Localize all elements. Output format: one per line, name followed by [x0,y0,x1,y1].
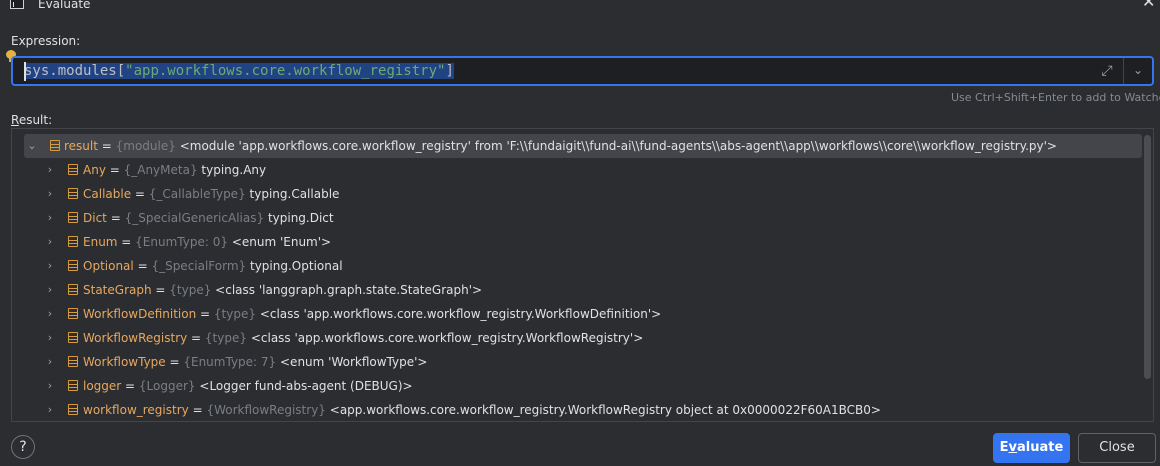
var-type: {type} [204,331,247,345]
var-type: {_SpecialGenericAlias} [124,211,265,225]
close-window-icon[interactable]: ✕ [1142,0,1155,10]
evaluate-button[interactable]: Evaluate [993,433,1070,463]
var-value: <app.workflows.core.workflow_registry.Wo… [329,403,881,417]
var-type: {EnumType: 7} [183,355,277,369]
tree-row-result[interactable]: ⌄ result = {module} <module 'app.workflo… [24,134,1142,158]
variable-icon [68,260,78,271]
var-name: WorkflowType [83,355,166,369]
var-value: typing.Optional [250,259,343,273]
var-name: WorkflowDefinition [83,307,197,321]
chevron-right-icon[interactable]: › [44,398,56,421]
expression-suffix: ] [445,63,454,79]
var-value: <Logger fund-abs-agent (DEBUG)> [199,379,413,393]
tree-row[interactable]: › Enum = {EnumType: 0} <enum 'Enum'> [24,230,1142,254]
var-value: <enum 'Enum'> [231,235,332,249]
var-value: <class 'app.workflows.core.workflow_regi… [259,307,662,321]
var-value: typing.Callable [249,187,340,201]
variable-icon [68,236,78,247]
var-name: Callable [83,187,132,201]
divider [1123,58,1124,84]
var-type: {EnumType: 0} [135,235,228,249]
var-type: {type} [213,307,256,321]
variable-icon [68,284,78,295]
variable-icon [68,212,78,223]
var-value: <enum 'WorkflowType'> [280,355,428,369]
result-label-rest: esult: [18,113,53,127]
chevron-down-icon[interactable]: ⌄ [26,134,38,158]
tree-row[interactable]: › logger = {Logger} <Logger fund-abs-agen… [24,374,1142,398]
chevron-right-icon[interactable]: › [44,350,56,374]
var-name: Optional [83,259,134,273]
chevron-right-icon[interactable]: › [44,182,56,206]
expand-editor-icon[interactable]: ⤢ [1098,62,1116,80]
var-value: <class 'langgraph.graph.state.StateGraph… [215,283,483,297]
chevron-right-icon[interactable]: › [44,302,56,326]
tree-row[interactable]: › StateGraph = {type} <class 'langgraph.g… [24,278,1142,302]
chevron-right-icon[interactable]: › [44,374,56,398]
close-button[interactable]: Close [1078,433,1156,463]
var-name: WorkflowRegistry [83,331,188,345]
pycharm-app-icon [10,0,24,9]
var-type: {_AnyMeta} [123,163,198,177]
var-type: {_SpecialForm} [151,259,247,273]
vertical-scrollbar[interactable] [1144,135,1151,379]
var-value: typing.Any [201,163,267,177]
result-label: Result: [11,113,52,127]
chevron-right-icon[interactable]: › [44,158,56,182]
var-value: typing.Dict [267,211,334,225]
var-name: Dict [83,211,107,225]
variable-icon [68,332,78,343]
tree-row[interactable]: › Optional = {_SpecialForm} typing.Option… [24,254,1142,278]
expression-input[interactable]: sys.modules["app.workflows.core.workflow… [11,56,1154,86]
variable-icon [68,380,78,391]
watches-hint: Use Ctrl+Shift+Enter to add to Watches [951,91,1160,104]
chevron-right-icon[interactable]: › [44,230,56,254]
var-type: {WorkflowRegistry} [206,403,326,417]
expression-string: "app.workflows.core.workflow_registry" [125,63,446,79]
variable-icon [68,188,78,199]
evaluate-label-pre: E [999,440,1009,455]
tree-row[interactable]: › workflow_registry = {WorkflowRegistry} … [24,398,1142,421]
variable-icon [50,140,60,151]
chevron-right-icon[interactable]: › [44,254,56,278]
help-button[interactable]: ? [11,435,35,459]
chevron-right-icon[interactable]: › [44,278,56,302]
chevron-right-icon[interactable]: › [44,326,56,350]
chevron-right-icon[interactable]: › [44,206,56,230]
tree-row[interactable]: › WorkflowType = {EnumType: 7} <enum 'Wor… [24,350,1142,374]
tree-row[interactable]: › Callable = {_CallableType} typing.Calla… [24,182,1142,206]
variable-icon [68,356,78,367]
expression-text[interactable]: sys.modules["app.workflows.core.workflow… [24,62,454,80]
result-label-mnemonic: R [11,113,19,127]
evaluate-label-mnemonic: v [1008,440,1018,455]
expression-prefix: sys.modules[ [24,63,126,79]
tree-row[interactable]: › Any = {_AnyMeta} typing.Any [24,158,1142,182]
var-name: Enum [83,235,118,249]
text-caret [24,62,26,81]
var-type: {module} [115,139,176,153]
var-type: {_CallableType} [148,187,246,201]
variable-icon [68,164,78,175]
var-value: <module 'app.workflows.core.workflow_reg… [179,139,1057,153]
var-name: workflow_registry [83,403,189,417]
var-value: <class 'app.workflows.core.workflow_regi… [250,331,644,345]
result-tree[interactable]: ⌄ result = {module} <module 'app.workflo… [11,128,1154,422]
var-type: {Logger} [138,379,196,393]
var-type: {type} [169,283,212,297]
variable-icon [68,404,78,415]
var-name: StateGraph [83,283,152,297]
var-name: Any [83,163,106,177]
window-title: Evaluate [38,0,91,11]
tree-row[interactable]: › WorkflowDefinition = {type} <class 'app… [24,302,1142,326]
tree-row[interactable]: › WorkflowRegistry = {type} <class 'app.w… [24,326,1142,350]
evaluate-label-post: aluate [1017,440,1064,455]
tree-row[interactable]: › Dict = {_SpecialGenericAlias} typing.Di… [24,206,1142,230]
title-bar: Evaluate ✕ [0,0,1160,14]
var-name: logger [83,379,122,393]
history-dropdown-icon[interactable]: ⌄ [1130,61,1146,79]
var-name: result [64,139,98,153]
expression-label: Expression: [11,34,81,48]
variable-icon [68,308,78,319]
